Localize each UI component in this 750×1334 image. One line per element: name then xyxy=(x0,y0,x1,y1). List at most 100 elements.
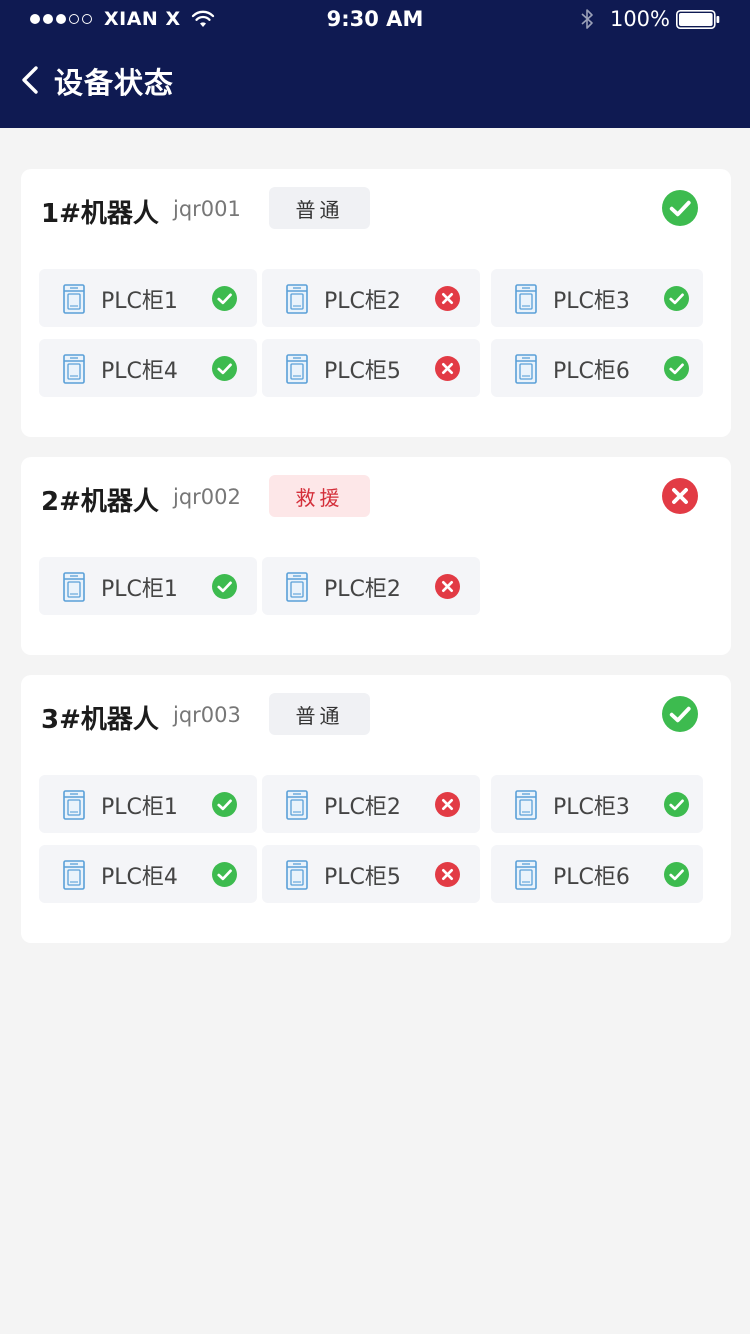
plc-label: PLC柜4 xyxy=(101,359,178,384)
plc-label: PLC柜1 xyxy=(101,289,178,314)
robot-status-icon xyxy=(662,696,698,732)
status-bar-right: 100% xyxy=(580,7,720,31)
check-circle-icon xyxy=(664,862,689,887)
robot-code: jqr001 xyxy=(173,197,241,221)
plc-item[interactable]: PLC柜4 xyxy=(39,845,257,903)
check-circle-icon xyxy=(212,862,237,887)
nav-bar: 设备状态 xyxy=(0,52,750,108)
plc-grid: PLC柜1 PLC柜2 PLC柜3 PLC柜4 PLC柜5 PLC柜6 xyxy=(21,251,731,437)
cabinet-icon xyxy=(515,354,537,384)
robot-code: jqr002 xyxy=(173,485,241,509)
chevron-left-icon[interactable] xyxy=(16,64,46,96)
app-header: XIAN X 9:30 AM 100% 设备状态 xyxy=(0,0,750,128)
x-circle-icon xyxy=(435,574,460,599)
cabinet-icon xyxy=(515,860,537,890)
plc-item[interactable]: PLC柜5 xyxy=(262,845,480,903)
check-circle-icon xyxy=(212,286,237,311)
cabinet-icon xyxy=(286,860,308,890)
plc-grid: PLC柜1 PLC柜2 PLC柜3 PLC柜4 PLC柜5 PLC柜6 xyxy=(21,757,731,943)
plc-label: PLC柜6 xyxy=(553,865,630,890)
cabinet-icon xyxy=(63,354,85,384)
robot-status-icon xyxy=(662,478,698,514)
robot-card[interactable]: 1#机器人 jqr001 普通 PLC柜1 PLC柜2 PLC柜3 PLC柜4 … xyxy=(21,169,731,437)
plc-label: PLC柜4 xyxy=(101,865,178,890)
plc-label: PLC柜2 xyxy=(324,289,401,314)
cabinet-icon xyxy=(286,790,308,820)
robot-card[interactable]: 3#机器人 jqr003 普通 PLC柜1 PLC柜2 PLC柜3 PLC柜4 … xyxy=(21,675,731,943)
plc-label: PLC柜3 xyxy=(553,795,630,820)
robot-card-header: 2#机器人 jqr002 救援 xyxy=(21,457,731,539)
plc-status-icon xyxy=(212,286,237,311)
plc-label: PLC柜5 xyxy=(324,865,401,890)
robot-status-icon xyxy=(662,190,698,226)
cabinet-icon xyxy=(286,354,308,384)
plc-status-icon xyxy=(212,792,237,817)
robot-code: jqr003 xyxy=(173,703,241,727)
x-circle-icon xyxy=(435,792,460,817)
robot-mode-tag: 普通 xyxy=(269,187,370,229)
cabinet-icon xyxy=(515,284,537,314)
plc-label: PLC柜5 xyxy=(324,359,401,384)
plc-grid: PLC柜1 PLC柜2 xyxy=(21,539,731,655)
plc-status-icon xyxy=(664,862,689,887)
plc-label: PLC柜3 xyxy=(553,289,630,314)
robot-name: 2#机器人 xyxy=(41,487,159,517)
plc-label: PLC柜1 xyxy=(101,577,178,602)
x-circle-icon xyxy=(435,356,460,381)
plc-status-icon xyxy=(664,792,689,817)
cabinet-icon xyxy=(63,284,85,314)
plc-status-icon xyxy=(435,286,460,311)
x-circle-icon xyxy=(435,286,460,311)
plc-label: PLC柜1 xyxy=(101,795,178,820)
plc-item[interactable]: PLC柜2 xyxy=(262,269,480,327)
plc-item[interactable]: PLC柜1 xyxy=(39,775,257,833)
plc-status-icon xyxy=(435,574,460,599)
plc-item[interactable]: PLC柜2 xyxy=(262,775,480,833)
plc-label: PLC柜2 xyxy=(324,577,401,602)
x-circle-icon xyxy=(662,478,698,514)
battery-percent: 100% xyxy=(609,7,670,31)
plc-item[interactable]: PLC柜3 xyxy=(491,775,703,833)
plc-status-icon xyxy=(435,356,460,381)
check-circle-icon xyxy=(662,696,698,732)
robot-list: 1#机器人 jqr001 普通 PLC柜1 PLC柜2 PLC柜3 PLC柜4 … xyxy=(21,169,731,963)
plc-item[interactable]: PLC柜3 xyxy=(491,269,703,327)
robot-card[interactable]: 2#机器人 jqr002 救援 PLC柜1 PLC柜2 xyxy=(21,457,731,655)
plc-label: PLC柜6 xyxy=(553,359,630,384)
page-title: 设备状态 xyxy=(54,66,175,100)
plc-item[interactable]: PLC柜4 xyxy=(39,339,257,397)
plc-item[interactable]: PLC柜1 xyxy=(39,269,257,327)
plc-item[interactable]: PLC柜1 xyxy=(39,557,257,615)
cabinet-icon xyxy=(63,572,85,602)
check-circle-icon xyxy=(212,574,237,599)
cabinet-icon xyxy=(286,572,308,602)
cabinet-icon xyxy=(515,790,537,820)
robot-name: 1#机器人 xyxy=(41,199,159,229)
plc-status-icon xyxy=(435,792,460,817)
check-circle-icon xyxy=(664,356,689,381)
bluetooth-icon xyxy=(581,9,593,29)
plc-status-icon xyxy=(212,862,237,887)
battery-icon xyxy=(676,9,720,29)
check-circle-icon xyxy=(664,286,689,311)
x-circle-icon xyxy=(435,862,460,887)
plc-label: PLC柜2 xyxy=(324,795,401,820)
plc-status-icon xyxy=(664,356,689,381)
cabinet-icon xyxy=(63,860,85,890)
robot-mode-tag: 救援 xyxy=(269,475,370,517)
check-circle-icon xyxy=(212,792,237,817)
status-bar: XIAN X 9:30 AM 100% xyxy=(0,0,750,40)
plc-item[interactable]: PLC柜5 xyxy=(262,339,480,397)
plc-item[interactable]: PLC柜6 xyxy=(491,845,703,903)
cabinet-icon xyxy=(286,284,308,314)
check-circle-icon xyxy=(664,792,689,817)
plc-status-icon xyxy=(664,286,689,311)
plc-status-icon xyxy=(435,862,460,887)
plc-item[interactable]: PLC柜6 xyxy=(491,339,703,397)
plc-item[interactable]: PLC柜2 xyxy=(262,557,480,615)
robot-card-header: 3#机器人 jqr003 普通 xyxy=(21,675,731,757)
cabinet-icon xyxy=(63,790,85,820)
robot-name: 3#机器人 xyxy=(41,705,159,735)
robot-card-header: 1#机器人 jqr001 普通 xyxy=(21,169,731,251)
check-circle-icon xyxy=(662,190,698,226)
